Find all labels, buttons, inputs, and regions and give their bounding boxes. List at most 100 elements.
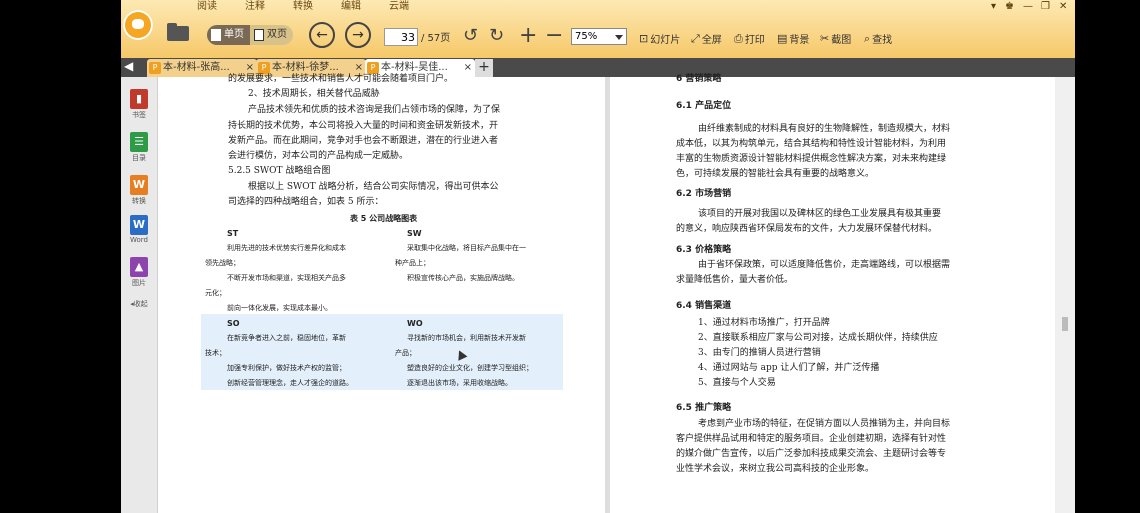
sidebar-item-convert[interactable]: W 转换 (121, 175, 157, 206)
next-page-button[interactable]: → (345, 22, 371, 48)
menu-dropdown-icon[interactable]: ▾ (991, 1, 996, 12)
page-total: / 57页 (421, 33, 451, 44)
section-heading: 6.3 价格策略 (676, 245, 732, 255)
cell-line: 在新竞争者进入之前，稳固地位，革新 (227, 334, 346, 342)
print-label: 打印 (744, 35, 765, 46)
text-line: 司选择的四种战略组合，如表 5 所示： (228, 197, 384, 207)
open-folder-icon[interactable] (167, 23, 189, 41)
sidebar-item-label: 书签 (132, 111, 146, 119)
app-logo-icon[interactable] (123, 10, 153, 40)
text-line: 产品技术领先和优质的技术咨询是我们占领市场的保障，为了保 (248, 105, 501, 115)
cell-line: 积极宣传核心产品，实施品牌战略。 (407, 274, 519, 282)
sidebar-item-collapse[interactable]: ◂收起 (121, 299, 157, 309)
background-label: 背景 (789, 35, 810, 46)
cell-heading: SO (227, 319, 240, 328)
text-line: 该项目的开展对我国以及碑林区的绿色工业发展具有极其重要 (698, 209, 942, 219)
document-viewport: 的发展要求，一些技术和销售人才可能会随着项目门户。 2、技术周期长，相关替代品威… (158, 74, 1075, 513)
print-button[interactable]: ⎙ 打印 (734, 31, 765, 47)
text-line: 持长期的技术优势，本公司将投入大量的时间和资金研发新技术，开 (228, 121, 499, 131)
zoom-value: 75% (575, 31, 598, 42)
double-page-icon (254, 29, 264, 41)
text-line: 的媒介做广告宣传，以后广泛参加科技成果交流会、主题研讨会等专 (676, 449, 947, 459)
page-left: 的发展要求，一些技术和销售人才可能会随着项目门户。 2、技术周期长，相关替代品威… (158, 74, 605, 513)
sidebar-item-label: Word (130, 236, 148, 244)
close-icon[interactable]: ✕ (1059, 1, 1067, 12)
arrow-right-icon: → (352, 27, 364, 43)
word-icon: W (130, 215, 148, 235)
text-line: 求量降低售价，量大者价低。 (676, 275, 794, 285)
cell-line: 塑造良好的企业文化，创建学习型组织； (407, 364, 533, 372)
maximize-icon[interactable]: ❐ (1041, 1, 1050, 12)
text-line: 1、通过材料市场推广，打开品牌 (698, 318, 830, 328)
double-page-button[interactable]: 双页 (250, 25, 293, 45)
zoom-out-icon[interactable]: − (545, 25, 563, 47)
cell-line: 元化； (205, 289, 226, 297)
background-icon: ▤ (777, 32, 788, 45)
swot-cell-st: ST 利用先进的技术优势实行差异化和成本 领先战略； 不断开发市场和渠道，实现相… (201, 224, 391, 314)
sidebar-item-toc[interactable]: ☰ 目录 (121, 132, 157, 163)
cell-line: 种产品上； (395, 259, 430, 267)
text-line: 丰富的生物质资源设计智能材料提供概念性解决方案，对未来构建绿 (676, 154, 947, 164)
search-label: 查找 (872, 35, 893, 46)
menu-edit[interactable]: 编辑 (327, 0, 375, 16)
menu-convert[interactable]: 转换 (279, 0, 327, 16)
single-page-icon (211, 29, 221, 41)
menu-annotate[interactable]: 注释 (231, 0, 279, 16)
cell-heading: WO (407, 319, 423, 328)
sidebar-item-bookmarks[interactable]: ▮ 书签 (121, 89, 157, 120)
menu-bar: 阅读 注释 转换 编辑 云端 (183, 0, 423, 16)
search-icon: ⌕ (864, 31, 871, 45)
text-line: 由于省环保政策，可以适度降低售价，走高端路线，可以根据需 (698, 260, 951, 270)
cell-line: 创新经营管理理念，走人才强企的道路。 (227, 379, 353, 387)
sidebar-item-label: 目录 (132, 154, 146, 162)
text-line: 4、通过网站与 app 让人们了解，并广泛传播 (698, 363, 880, 373)
swot-cell-so: SO 在新竞争者进入之前，稳固地位，革新 技术； 加强专利保护，做好技术产权的监… (201, 314, 391, 390)
view-mode-toggle: 单页 双页 (207, 25, 293, 45)
search-button[interactable]: ⌕ 查找 (864, 31, 893, 47)
sidebar-item-images[interactable]: ▲ 图片 (121, 257, 157, 288)
vertical-scrollbar[interactable] (1055, 77, 1075, 513)
pdf-reader-window: 阅读 注释 转换 编辑 云端 单页 双页 ← → 33 / 57页 ↺ ↻ + … (121, 0, 1075, 513)
pdf-file-icon: P (149, 62, 161, 74)
prev-page-button[interactable]: ← (309, 22, 335, 48)
single-page-button[interactable]: 单页 (207, 25, 250, 45)
fullscreen-button[interactable]: ⤢ 全屏 (691, 31, 722, 47)
new-tab-button[interactable]: + (475, 59, 493, 77)
cell-heading: ST (227, 229, 239, 238)
arrow-left-icon: ← (316, 27, 328, 43)
section-heading: 6.4 销售渠道 (676, 301, 732, 311)
text-line: 考虑到产业市场的特征，在促销方面以人员推销为主，并向目标 (698, 419, 951, 429)
scrollbar-thumb[interactable] (1062, 317, 1068, 331)
toc-icon: ☰ (130, 132, 148, 152)
page-number-input[interactable]: 33 (384, 28, 418, 46)
text-line: 发新产品。而在此期间，竞争对手也会不断跟进，潜在的行业进入者 (228, 136, 499, 146)
screenshot-button[interactable]: ✂ 截图 (820, 31, 851, 46)
cell-line: 领先战略； (205, 259, 240, 267)
text-line: 的发展要求，一些技术和销售人才可能会随着项目门户。 (228, 74, 454, 84)
text-line: 会进行模仿，对本公司的产品构成一定威胁。 (228, 151, 409, 161)
menu-cloud[interactable]: 云端 (375, 0, 423, 16)
skin-icon[interactable]: ♚ (1005, 1, 1014, 12)
cell-line: 利用先进的技术优势实行差异化和成本 (227, 244, 346, 252)
cell-heading: SW (407, 229, 422, 238)
toolbar: 阅读 注释 转换 编辑 云端 单页 双页 ← → 33 / 57页 ↺ ↻ + … (121, 0, 1075, 59)
bookmark-icon: ▮ (130, 89, 148, 109)
menu-read[interactable]: 阅读 (183, 0, 231, 16)
fullscreen-icon: ⤢ (691, 31, 700, 45)
zoom-in-icon[interactable]: + (519, 25, 537, 47)
zoom-select[interactable]: 75% (571, 28, 627, 45)
slideshow-icon: ⊡ (639, 32, 649, 45)
tab-scroll-left-icon[interactable]: ◀ (124, 59, 133, 73)
sidebar-item-label: 图片 (132, 279, 146, 287)
cell-line: 逐渐退出该市场，采用收缩战略。 (407, 379, 512, 387)
minimize-icon[interactable]: — (1023, 1, 1033, 12)
sidebar-item-word[interactable]: W Word (121, 215, 157, 244)
section-heading: 5.2.5 SWOT 战略组合图 (228, 166, 331, 176)
rotate-left-icon[interactable]: ↺ (463, 26, 478, 46)
sidebar-item-label: 转换 (132, 197, 146, 205)
close-tab-icon[interactable]: × (464, 59, 472, 77)
text-line: 3、由专门的推销人员进行营销 (698, 348, 821, 358)
rotate-right-icon[interactable]: ↻ (489, 26, 504, 46)
background-button[interactable]: ▤ 背景 (777, 31, 809, 46)
slideshow-button[interactable]: ⊡ 幻灯片 (639, 31, 680, 46)
